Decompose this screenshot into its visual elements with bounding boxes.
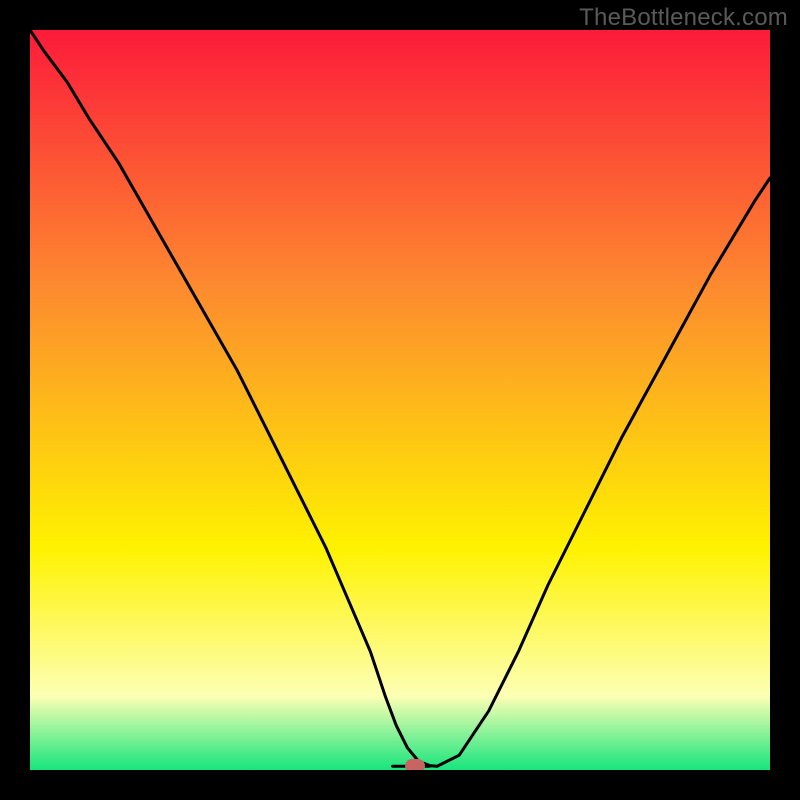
plot-area xyxy=(30,30,770,770)
minimum-marker xyxy=(405,759,425,770)
chart-svg xyxy=(30,30,770,770)
gradient-background xyxy=(30,30,770,770)
chart-frame: TheBottleneck.com xyxy=(0,0,800,800)
watermark-text: TheBottleneck.com xyxy=(579,4,788,32)
